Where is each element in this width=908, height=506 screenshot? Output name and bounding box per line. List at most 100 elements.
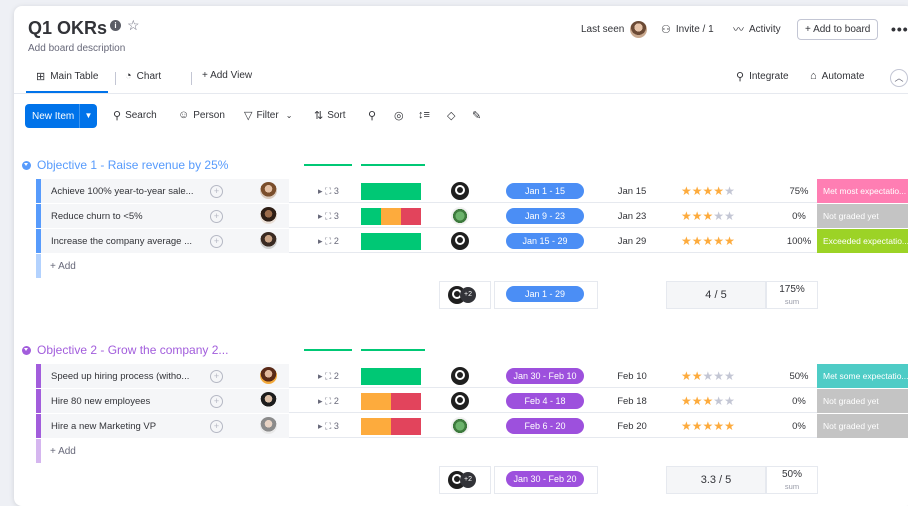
add-item-label[interactable]: + Add <box>50 446 76 457</box>
due-date[interactable]: Feb 20 <box>602 421 662 432</box>
group-title[interactable]: Objective 2 - Grow the company 2... <box>22 343 228 357</box>
add-update-icon[interactable]: + <box>210 370 223 383</box>
add-view-button[interactable]: + Add View <box>202 70 252 81</box>
activity-button[interactable]: 〰 Activity <box>733 18 781 40</box>
board-title[interactable]: Q1 OKRs <box>28 18 107 39</box>
invite-button[interactable]: ⚇ Invite / 1 <box>661 18 714 40</box>
avatar[interactable] <box>260 182 277 199</box>
avatar[interactable] <box>260 232 277 249</box>
add-item-label[interactable]: + Add <box>50 261 76 272</box>
search-button[interactable]: ⚲ Search <box>113 109 157 122</box>
table-row[interactable]: Increase the company average ... + ▸ ⛶ 2 Ja… <box>36 229 908 253</box>
grade-reasoning-label[interactable]: Met most expectatio... <box>817 179 908 203</box>
star-icon[interactable]: ★ <box>724 234 735 248</box>
subitems-count[interactable]: ▸ ⛶ 3 <box>318 211 339 222</box>
item-name[interactable]: Speed up hiring process (witho... <box>51 364 201 388</box>
star-icon[interactable]: ☆ <box>127 17 140 34</box>
tab-main-table[interactable]: ⊞ Main Table <box>36 70 98 83</box>
filter-button[interactable]: ▽ Filter ⌄ <box>244 109 292 122</box>
pin-button[interactable]: ⚲ <box>368 109 376 122</box>
table-row[interactable]: Hire a new Marketing VP + ▸ ⛶ 3 Feb 6 - 20 F… <box>36 414 908 438</box>
avatar[interactable] <box>260 392 277 409</box>
star-icon[interactable]: ★ <box>713 394 724 408</box>
due-date[interactable]: Jan 29 <box>602 236 662 247</box>
format-button[interactable]: ✎ <box>472 109 481 122</box>
row-height-button[interactable]: ↕≡ <box>418 109 430 121</box>
team-avatar[interactable] <box>451 182 469 200</box>
star-icon[interactable]: ★ <box>692 209 703 223</box>
sort-button[interactable]: ⇅ Sort <box>314 109 346 122</box>
team-avatar[interactable] <box>451 232 469 250</box>
priority-rating[interactable]: ★★★★★ <box>681 394 735 408</box>
timeline-pill[interactable]: Feb 6 - 20 <box>506 418 584 434</box>
integrate-button[interactable]: ⚲ Integrate <box>736 70 789 83</box>
tab-chart[interactable]: ◔ Chart <box>125 70 161 82</box>
subitems-count[interactable]: ▸ ⛶ 2 <box>318 396 339 407</box>
priority-rating[interactable]: ★★★★★ <box>681 184 735 198</box>
timeline-pill[interactable]: Jan 1 - 15 <box>506 183 584 199</box>
add-to-board-button[interactable]: + Add to board <box>797 18 879 40</box>
star-icon[interactable]: ★ <box>703 394 714 408</box>
due-date[interactable]: Feb 10 <box>602 371 662 382</box>
chevron-down-icon[interactable]: ▼ <box>79 104 97 128</box>
due-date[interactable]: Jan 15 <box>602 186 662 197</box>
color-button[interactable]: ◇ <box>447 109 455 122</box>
column-header-initiatives[interactable] <box>304 345 352 351</box>
team-summary[interactable]: +2 <box>448 471 480 489</box>
grade-value[interactable]: 50% <box>779 371 819 382</box>
table-row[interactable]: Achieve 100% year-to-year sale... + ▸ ⛶ 3 J… <box>36 179 908 203</box>
column-header-initiatives[interactable] <box>304 160 352 166</box>
item-name[interactable]: Hire 80 new employees <box>51 389 201 413</box>
grade-value[interactable]: 0% <box>779 421 819 432</box>
timeline-summary-pill[interactable]: Jan 1 - 29 <box>506 286 584 302</box>
star-icon[interactable]: ★ <box>703 209 714 223</box>
grade-reasoning-label[interactable]: Met some expectatio... <box>817 364 908 388</box>
hide-button[interactable]: ◎ <box>394 109 404 122</box>
priority-rating[interactable]: ★★★★★ <box>681 369 735 383</box>
timeline-summary-pill[interactable]: Jan 30 - Feb 20 <box>506 471 584 487</box>
star-icon[interactable]: ★ <box>713 234 724 248</box>
star-icon[interactable]: ★ <box>681 394 692 408</box>
avatar[interactable] <box>260 417 277 434</box>
star-icon[interactable]: ★ <box>692 369 703 383</box>
info-icon[interactable]: i <box>110 20 121 31</box>
grade-reasoning-label[interactable]: Not graded yet <box>817 204 908 228</box>
team-avatar[interactable] <box>451 392 469 410</box>
person-filter-button[interactable]: ☺ Person <box>178 109 225 121</box>
star-icon[interactable]: ★ <box>692 394 703 408</box>
star-icon[interactable]: ★ <box>713 209 724 223</box>
star-icon[interactable]: ★ <box>713 369 724 383</box>
last-seen[interactable]: Last seen <box>581 18 648 40</box>
star-icon[interactable]: ★ <box>703 184 714 198</box>
avatar[interactable] <box>260 367 277 384</box>
star-icon[interactable]: ★ <box>692 184 703 198</box>
team-avatar[interactable] <box>451 367 469 385</box>
star-icon[interactable]: ★ <box>692 234 703 248</box>
more-options-button[interactable]: ••• <box>891 18 908 40</box>
item-name[interactable]: Reduce churn to <5% <box>51 204 201 228</box>
add-update-icon[interactable]: + <box>210 235 223 248</box>
collapse-header-button[interactable]: ︿ <box>890 69 908 87</box>
add-update-icon[interactable]: + <box>210 210 223 223</box>
star-icon[interactable]: ★ <box>681 209 692 223</box>
add-item-row[interactable]: + Add <box>36 254 908 278</box>
grade-value[interactable]: 0% <box>779 396 819 407</box>
team-avatar[interactable] <box>451 207 469 225</box>
due-date[interactable]: Jan 23 <box>602 211 662 222</box>
star-icon[interactable]: ★ <box>724 394 735 408</box>
column-header-progress[interactable] <box>361 160 425 166</box>
chevron-down-icon[interactable] <box>22 345 31 355</box>
team-summary[interactable]: +2 <box>448 286 480 304</box>
star-icon[interactable]: ★ <box>713 419 724 433</box>
item-name[interactable]: Increase the company average ... <box>51 229 201 253</box>
add-update-icon[interactable]: + <box>210 185 223 198</box>
chevron-down-icon[interactable] <box>22 160 31 170</box>
star-icon[interactable]: ★ <box>681 234 692 248</box>
group-title[interactable]: Objective 1 - Raise revenue by 25% <box>22 158 228 172</box>
grade-reasoning-label[interactable]: Not graded yet <box>817 389 908 413</box>
timeline-pill[interactable]: Jan 30 - Feb 10 <box>506 368 584 384</box>
board-description[interactable]: Add board description <box>28 43 125 54</box>
due-date[interactable]: Feb 18 <box>602 396 662 407</box>
star-icon[interactable]: ★ <box>724 419 735 433</box>
grade-value[interactable]: 0% <box>779 211 819 222</box>
